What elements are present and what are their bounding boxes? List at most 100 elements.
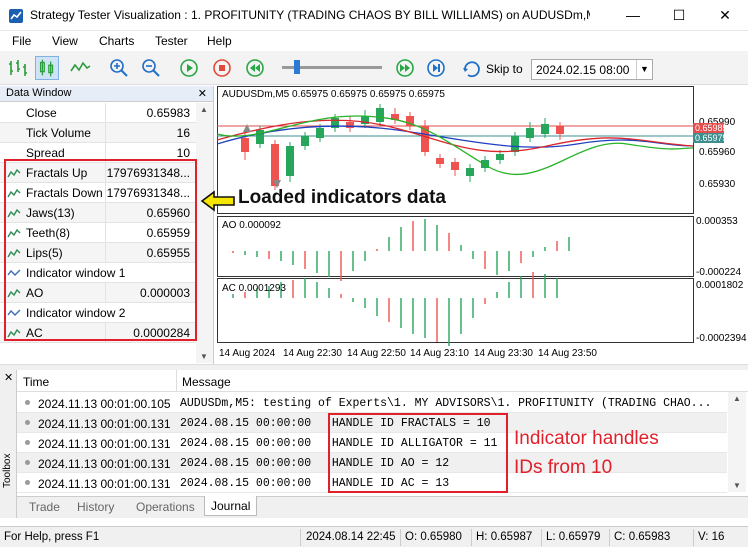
ac-tick-bottom: -0.0002394 [696, 333, 747, 344]
data-window-header: Data Window ✕ [0, 86, 213, 102]
handle-ids-annotation-line2: IDs from 10 [514, 457, 613, 478]
candlestick-chart-icon[interactable] [35, 56, 59, 80]
candle-body [466, 168, 474, 176]
menu-help[interactable]: Help [207, 34, 232, 48]
scroll-up-icon[interactable]: ▲ [733, 394, 741, 403]
data-window-title: Data Window [6, 87, 72, 99]
scroll-down-icon[interactable]: ▼ [733, 481, 741, 490]
scroll-down-icon[interactable]: ▼ [200, 352, 208, 361]
ao-tick-bottom: -0.000224 [696, 267, 742, 278]
ac-pane-frame [217, 278, 694, 343]
journal-time: 2024.11.13 00:01:00.131 [38, 477, 171, 491]
bar-chart-icon[interactable] [6, 56, 30, 80]
window-title: Strategy Tester Visualization : 1. PROFI… [30, 8, 590, 22]
status-divider [400, 529, 401, 546]
price-tick-3: 0.65930 [699, 179, 736, 190]
rewind-icon[interactable] [243, 56, 267, 80]
menu-view[interactable]: View [52, 34, 78, 48]
price-chart[interactable]: AUDUSDm,M5 0.65975 0.65975 0.65975 0.659… [217, 86, 748, 364]
data-window-row-value: 10 [176, 146, 190, 160]
candle-body [286, 146, 294, 176]
journal-time: 2024.11.13 00:01:00.131 [38, 457, 171, 471]
journal-row[interactable]: 2024.11.13 00:01:00.105 AUDUSDm,M5: testi… [17, 393, 727, 413]
column-divider [105, 103, 106, 123]
data-window-row-name: Tick Volume [26, 126, 91, 140]
tab-trade[interactable]: Trade [29, 500, 60, 514]
minimize-button[interactable]: — [610, 0, 656, 30]
info-dot-icon [25, 480, 30, 485]
data-window-row-name: Close [26, 106, 57, 120]
menu-charts[interactable]: Charts [99, 34, 134, 48]
column-divider[interactable] [176, 370, 177, 392]
candle-body [346, 122, 354, 128]
column-header-message[interactable]: Message [182, 375, 231, 389]
status-divider [471, 529, 472, 546]
info-dot-icon [25, 460, 30, 465]
menu-bar: File View Charts Tester Help [0, 31, 748, 51]
candle-body [271, 144, 279, 186]
column-header-time[interactable]: Time [23, 375, 49, 389]
time-tick-6: 14 Aug 23:50 [538, 348, 597, 359]
journal-scrollbar[interactable]: ▲ ▼ [728, 392, 746, 492]
close-icon[interactable]: ✕ [198, 87, 207, 100]
candle-body [511, 136, 519, 152]
data-window-row[interactable]: Tick Volume 16 [0, 123, 196, 143]
ao-tick-top: 0.000353 [696, 216, 738, 227]
status-divider [300, 529, 301, 546]
skip-to-icon[interactable] [460, 56, 484, 80]
status-bar: For Help, press F1 2024.08.14 22:45 O: 0… [0, 526, 748, 547]
chevron-down-icon[interactable]: ▼ [636, 60, 652, 79]
play-icon[interactable] [177, 56, 201, 80]
skip-to-label: Skip to [486, 62, 523, 76]
candle-body [436, 158, 444, 164]
skip-to-end-icon[interactable] [424, 56, 448, 80]
candle-body [451, 162, 459, 170]
tab-operations[interactable]: Operations [136, 500, 195, 514]
fast-forward-icon[interactable] [393, 56, 417, 80]
toolbox-label: Toolbox [2, 453, 13, 488]
stop-icon[interactable] [210, 56, 234, 80]
price-tag-bid: 0.65975 [693, 133, 728, 143]
status-help-text: For Help, press F1 [4, 531, 100, 543]
menu-tester[interactable]: Tester [155, 34, 188, 48]
scroll-up-icon[interactable]: ▲ [200, 105, 208, 114]
status-volume: V: 16 [698, 531, 725, 543]
fractal-up-marker [243, 124, 251, 132]
journal-message: AUDUSDm,M5: testing of Experts\1. MY ADV… [180, 397, 712, 410]
close-button[interactable]: ✕ [702, 0, 748, 30]
handle-ids-annotation: Indicator handles IDs from 10 [514, 424, 659, 482]
status-open: O: 0.65980 [405, 531, 462, 543]
line-chart-icon[interactable] [68, 56, 92, 80]
data-window-scrollbar[interactable]: ▲ ▼ [196, 103, 213, 363]
price-tag-current: 0.65985 [693, 123, 728, 133]
title-bar: Strategy Tester Visualization : 1. PROFI… [0, 0, 748, 31]
status-datetime: 2024.08.14 22:45 [306, 531, 396, 543]
speed-slider-handle[interactable] [294, 60, 300, 74]
strategy-tester-app-icon [9, 9, 23, 23]
info-dot-icon [25, 400, 30, 405]
journal-time: 2024.11.13 00:01:00.131 [38, 417, 171, 431]
info-dot-icon [25, 440, 30, 445]
zoom-out-icon[interactable] [139, 56, 163, 80]
candle-body [541, 124, 549, 134]
time-tick-1: 14 Aug 2024 [219, 348, 276, 359]
status-divider [693, 529, 694, 546]
time-tick-4: 14 Aug 23:10 [410, 348, 469, 359]
candle-body [496, 154, 504, 160]
tab-journal[interactable]: Journal [204, 496, 258, 516]
menu-file[interactable]: File [12, 34, 31, 48]
close-icon[interactable]: ✕ [4, 371, 13, 384]
loaded-indicators-annotation: Loaded indicators data [238, 187, 446, 208]
data-window-row-value: 0.65983 [146, 106, 190, 120]
maximize-button[interactable]: ☐ [656, 0, 702, 30]
data-window-row[interactable]: Close 0.65983 [0, 103, 196, 123]
skip-to-date-field[interactable]: 2024.02.15 08:00 ▼ [531, 59, 653, 80]
candle-body [556, 126, 564, 134]
skip-to-date-value: 2024.02.15 08:00 [536, 63, 630, 77]
zoom-in-icon[interactable] [107, 56, 131, 80]
tab-history[interactable]: History [77, 500, 114, 514]
time-tick-2: 14 Aug 22:30 [283, 348, 342, 359]
handle-ids-annotation-line1: Indicator handles [514, 428, 659, 449]
status-high: H: 0.65987 [476, 531, 533, 543]
toolbox-side-bar: ✕ Toolbox [0, 370, 17, 518]
